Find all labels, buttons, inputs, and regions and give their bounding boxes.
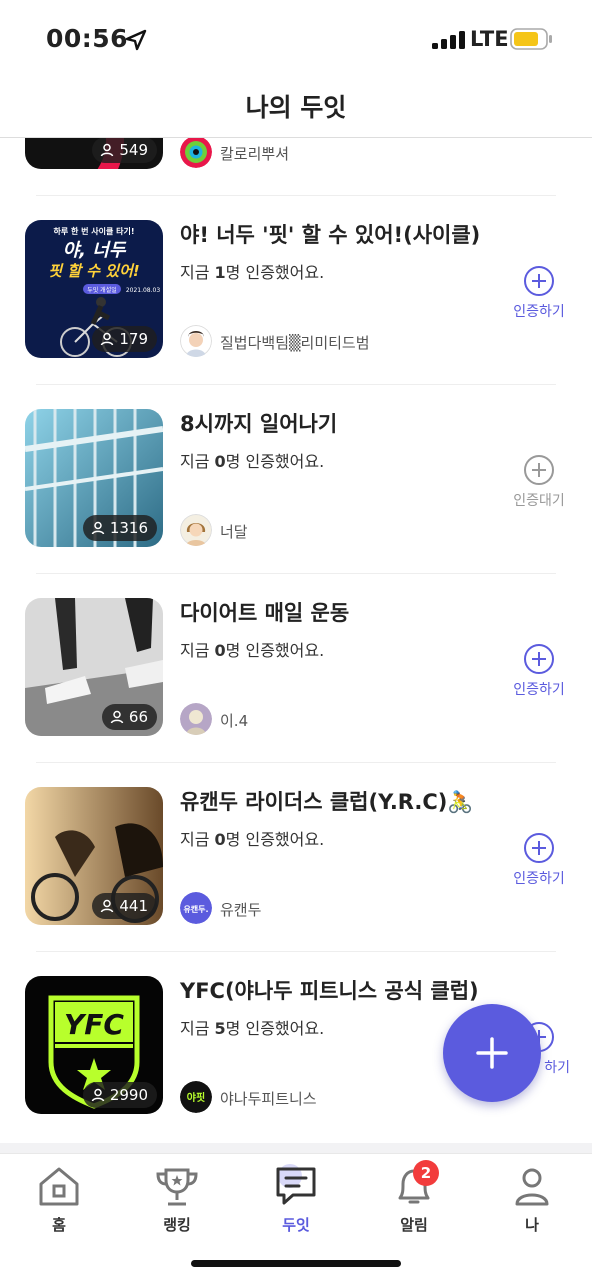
verify-status: 지금 0명 인증했어요. xyxy=(180,830,325,849)
member-count: 441 xyxy=(119,897,148,915)
member-count-badge: 441 xyxy=(92,893,157,919)
verify-button-label: 인증대기 xyxy=(513,493,565,509)
trophy-icon xyxy=(156,1168,198,1206)
plus-circle-icon xyxy=(524,455,554,485)
person-icon xyxy=(91,521,105,535)
owner-name: 질법다백팀▒리미티드범 xyxy=(220,334,370,352)
owner-name: 너달 xyxy=(220,523,248,541)
doit-list-item[interactable]: 549 칼로리뿌셔 xyxy=(0,138,592,196)
doit-thumbnail: 하루 한 번 사이클 타기! 야, 너두 핏 할 수 있어! 두잇 개설일 20… xyxy=(25,220,163,358)
person-icon xyxy=(110,710,124,724)
member-count: 66 xyxy=(128,708,148,726)
owner-avatar xyxy=(180,138,212,168)
owner-avatar xyxy=(180,325,212,357)
member-count-badge: 66 xyxy=(101,704,157,730)
status-time: 00:56 xyxy=(46,24,129,53)
tab-home[interactable]: 홈 xyxy=(19,1164,99,1235)
person-icon xyxy=(91,1088,105,1102)
svg-text:YFC: YFC xyxy=(64,1008,124,1041)
member-count-badge: 2990 xyxy=(82,1082,157,1108)
svg-text:핏 할 수 있어!: 핏 할 수 있어! xyxy=(48,262,140,280)
owner-avatar: 유캔두. xyxy=(180,892,212,924)
owner-name: 야나두피트니스 xyxy=(220,1090,317,1108)
member-count: 2990 xyxy=(109,1086,148,1104)
notification-badge: 2 xyxy=(413,1160,439,1186)
doit-thumbnail: 549 xyxy=(25,138,163,169)
tab-label: 홈 xyxy=(52,1216,66,1234)
chat-icon xyxy=(276,1164,316,1205)
verify-button-label: 인증하기 xyxy=(513,682,565,698)
verify-status: 지금 5명 인증했어요. xyxy=(180,1019,325,1038)
member-count-badge: 179 xyxy=(92,326,157,352)
svg-text:유캔두.: 유캔두. xyxy=(183,904,208,914)
doit-thumbnail: 66 xyxy=(25,598,163,736)
battery-icon xyxy=(510,28,552,50)
doit-title: YFC(야나두 피트니스 공식 클럽) xyxy=(180,979,479,1003)
member-count: 549 xyxy=(119,141,148,159)
svg-text:야, 너두: 야, 너두 xyxy=(63,240,127,261)
doit-list-item[interactable]: 66 다이어트 매일 운동 지금 0명 인증했어요. 이.4 인증하기 xyxy=(0,573,592,763)
verify-button[interactable]: 인증하기 xyxy=(508,265,570,321)
home-icon xyxy=(39,1167,79,1206)
verify-button[interactable]: 인증대기 xyxy=(508,454,570,510)
plus-circle-icon xyxy=(524,644,554,674)
owner-name: 칼로리뿌셔 xyxy=(220,145,290,163)
tab-notifications[interactable]: 2 알림 xyxy=(374,1160,454,1235)
plus-circle-icon xyxy=(524,266,554,296)
doit-title: 8시까지 일어나기 xyxy=(180,412,338,436)
tab-label: 랭킹 xyxy=(163,1216,191,1234)
person-icon xyxy=(101,899,114,913)
owner-avatar xyxy=(180,703,212,735)
page-title: 나의 두잇 xyxy=(245,93,347,122)
verify-button[interactable]: 인증하기 xyxy=(508,643,570,699)
owner-name: 유캔두 xyxy=(220,901,262,919)
tab-label: 두잇 xyxy=(282,1216,310,1234)
plus-icon xyxy=(476,1037,508,1069)
plus-circle-icon xyxy=(524,833,554,863)
person-icon xyxy=(515,1168,549,1206)
verify-button-label: 인증하기 xyxy=(513,304,565,320)
tab-profile[interactable]: 나 xyxy=(492,1164,572,1235)
tab-label: 알림 xyxy=(400,1216,428,1234)
tab-ranking[interactable]: 랭킹 xyxy=(137,1164,217,1235)
doit-list-item[interactable]: 441 유캔두 라이더스 클럽(Y.R.C)🚴 지금 0명 인증했어요. 유캔두… xyxy=(0,762,592,952)
member-count-badge: 549 xyxy=(92,138,157,163)
doit-thumbnail: YFC 2990 xyxy=(25,976,163,1114)
svg-text:2021.08.03: 2021.08.03 xyxy=(126,287,161,294)
doit-title: 유캔두 라이더스 클럽(Y.R.C)🚴 xyxy=(180,790,474,814)
svg-text:야핏: 야핏 xyxy=(187,1091,205,1104)
verify-status: 지금 0명 인증했어요. xyxy=(180,641,325,660)
doit-title: 다이어트 매일 운동 xyxy=(180,601,350,625)
home-indicator xyxy=(191,1260,401,1267)
svg-text:두잇 개설일: 두잇 개설일 xyxy=(87,286,117,294)
network-type: LTE xyxy=(470,27,509,51)
doit-title: 야! 너두 '핏' 할 수 있어!(사이클) xyxy=(180,223,481,247)
doit-thumbnail: 441 xyxy=(25,787,163,925)
doit-list-item[interactable]: 1316 8시까지 일어나기 지금 0명 인증했어요. 너달 인증대기 xyxy=(0,384,592,574)
tabbar-separator xyxy=(0,1143,592,1153)
location-arrow-icon xyxy=(125,29,147,51)
svg-text:하루 한 번 사이클 타기!: 하루 한 번 사이클 타기! xyxy=(53,226,134,236)
verify-status: 지금 0명 인증했어요. xyxy=(180,452,325,471)
person-icon xyxy=(101,143,114,157)
member-count-badge: 1316 xyxy=(82,515,157,541)
member-count: 1316 xyxy=(109,519,148,537)
doit-list[interactable]: 549 칼로리뿌셔 하루 한 번 사이클 타기! 야, 너두 핏 할 수 있어!… xyxy=(0,138,592,1143)
doit-thumbnail: 1316 xyxy=(25,409,163,547)
verify-button-label: 인증하기 xyxy=(513,871,565,887)
person-icon xyxy=(101,332,114,346)
create-doit-button[interactable] xyxy=(443,1004,541,1102)
owner-name: 이.4 xyxy=(220,712,249,730)
status-bar: 00:56 LTE xyxy=(0,0,592,80)
member-count: 179 xyxy=(119,330,148,348)
verify-status: 지금 1명 인증했어요. xyxy=(180,263,325,282)
tab-doit[interactable]: 두잇 xyxy=(256,1164,336,1235)
tab-label: 나 xyxy=(525,1216,539,1234)
signal-icon xyxy=(432,31,465,49)
owner-avatar xyxy=(180,514,212,546)
verify-button[interactable]: 인증하기 xyxy=(508,832,570,888)
owner-avatar: 야핏 xyxy=(180,1081,212,1113)
doit-list-item[interactable]: 하루 한 번 사이클 타기! 야, 너두 핏 할 수 있어! 두잇 개설일 20… xyxy=(0,195,592,385)
